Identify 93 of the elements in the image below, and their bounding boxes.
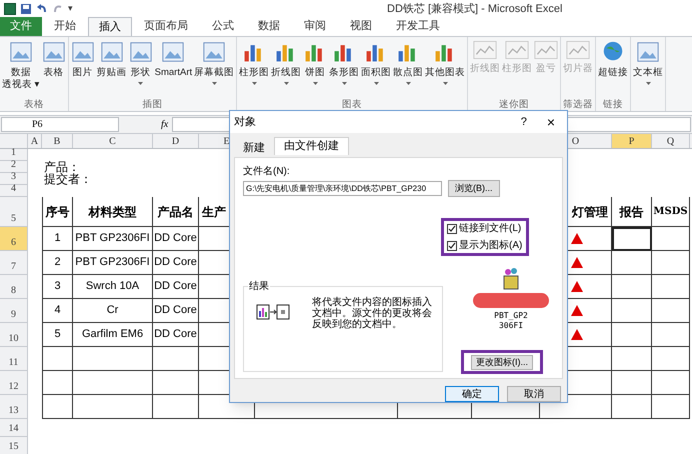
ribbon-tab[interactable]: 开发工具 (384, 17, 452, 36)
result-description: 将代表文件内容的图标插入文档中。源文件的更改将会反映到您的文档中。 (312, 297, 433, 330)
table-cell: PBT GP2306FI (73, 251, 153, 275)
row-header[interactable]: 15 (0, 437, 28, 454)
table-cell: 4 (42, 299, 73, 323)
column-header[interactable]: P (612, 134, 652, 148)
ribbon-tab[interactable]: 公式 (200, 17, 246, 36)
row-header[interactable]: 6 (0, 227, 28, 251)
cancel-button[interactable]: 取消 (507, 386, 561, 402)
ribbon-button[interactable]: 柱形图 (238, 40, 270, 98)
ribbon-button[interactable]: 表格 (40, 40, 67, 98)
table-cell: 3 (42, 275, 73, 299)
column-header[interactable]: B (42, 134, 73, 148)
ribbon-tab[interactable]: 视图 (338, 17, 384, 36)
row-header[interactable]: 3 (0, 173, 28, 185)
row-header[interactable]: 1 (0, 149, 28, 161)
table-cell: 2 (42, 251, 73, 275)
table-cell: DD Core (153, 299, 199, 323)
row-header[interactable]: 2 (0, 161, 28, 173)
column-heading: 序号 (42, 197, 73, 227)
ribbon-button[interactable]: SmartArt (154, 40, 194, 98)
group-label: 插图 (141, 98, 164, 111)
row-header[interactable]: 4 (0, 185, 28, 197)
ribbon-button[interactable]: 文本框 (632, 40, 664, 111)
customize-toolbar-button[interactable]: ▾ (68, 2, 73, 16)
column-heading: 报告 (612, 197, 652, 227)
row-header[interactable]: 7 (0, 251, 28, 275)
ribbon-tab[interactable]: 审阅 (292, 17, 338, 36)
table-cell: DD Core (153, 275, 199, 299)
ribbon-tab[interactable]: 页面布局 (132, 17, 200, 36)
table-cell: PBT GP2306FI (73, 227, 153, 251)
ribbon-button[interactable]: 面积图 (360, 40, 392, 98)
row-header[interactable]: 8 (0, 275, 28, 299)
ok-button[interactable]: 确定 (445, 386, 499, 402)
help-button[interactable]: ? (520, 114, 527, 130)
column-header[interactable]: A (28, 134, 42, 148)
column-heading: 产品名 (153, 197, 199, 227)
change-icon-button[interactable]: 更改图标(I)... (471, 354, 533, 370)
file-name-label: 文件名(N): (243, 164, 291, 179)
row-header[interactable]: 10 (0, 323, 28, 347)
column-header[interactable]: C (73, 134, 153, 148)
group-label: 筛选器 (562, 98, 594, 111)
dialog-tab[interactable]: 由文件创建 (274, 137, 349, 155)
table-cell: 1 (42, 227, 73, 251)
ribbon-button[interactable]: 数据 透视表 ▾ (1, 40, 41, 98)
table-cell: Cr (73, 299, 153, 323)
close-button[interactable]: × (546, 115, 555, 129)
column-header[interactable]: Q (652, 134, 690, 148)
ribbon-button[interactable]: 剪贴画 (96, 40, 128, 98)
checkbox-label[interactable]: 显示为图标(A) (459, 238, 522, 253)
browse-button[interactable]: 浏览(B)... (448, 180, 500, 197)
column-header[interactable]: D (153, 134, 199, 148)
ribbon-button[interactable]: 形状 (128, 40, 154, 98)
name-box[interactable]: P6 (1, 117, 119, 132)
group-label: 表格 (22, 98, 45, 111)
sheet-text: 产品： (43, 161, 80, 173)
row-header[interactable]: 9 (0, 299, 28, 323)
group-label: 链接 (602, 98, 624, 111)
sheet-text: 提交者： (43, 173, 92, 185)
group-label: 迷你图 (498, 98, 530, 111)
ribbon-tab[interactable]: 数据 (246, 17, 292, 36)
table-cell: Garfilm EM6 (73, 323, 153, 347)
group-label: 图表 (341, 98, 364, 111)
file-path-field[interactable]: G:\先安电机\质量管理\亲环境\DD铁芯\PBT_GP230 (243, 181, 442, 196)
table-cell: DD Core (153, 323, 199, 347)
ribbon-button[interactable]: 饼图 (302, 40, 328, 98)
dialog-title: 对象 (234, 114, 256, 130)
ribbon-button[interactable]: 散点图 (392, 40, 424, 98)
column-heading: MSDS (652, 197, 690, 227)
window-title: DD铁芯 [兼容模式] - Microsoft Excel (387, 2, 562, 17)
ribbon-button[interactable]: 折线图 (270, 40, 302, 98)
table-cell: DD Core (153, 227, 199, 251)
column-heading: 材料类型 (73, 197, 153, 227)
table-cell: 5 (42, 323, 73, 347)
row-header[interactable]: 13 (0, 395, 28, 419)
checkbox-label[interactable]: 链接到文件(L) (459, 221, 522, 236)
row-header[interactable]: 11 (0, 347, 28, 371)
ribbon-button[interactable]: 超链接 (597, 40, 630, 98)
row-header[interactable]: 14 (0, 419, 28, 437)
table-cell: DD Core (153, 251, 199, 275)
ribbon-tab[interactable]: 插入 (88, 17, 132, 36)
row-header[interactable]: 12 (0, 371, 28, 395)
ribbon-tab[interactable]: 开始 (42, 17, 88, 36)
ribbon-button[interactable]: 其他图表 (424, 40, 466, 98)
icon-caption: 306FI (498, 321, 524, 331)
function-label[interactable]: fx (161, 117, 168, 132)
ribbon-button[interactable]: 条形图 (328, 40, 360, 98)
icon-caption: PBT_GP2 (494, 311, 528, 321)
file-tab[interactable]: 文件 (0, 17, 42, 36)
table-cell: Swrch 10A (73, 275, 153, 299)
ribbon-button[interactable]: 屏幕截图 (193, 40, 236, 98)
row-header[interactable]: 5 (0, 197, 28, 227)
ribbon-button[interactable]: 图片 (70, 40, 96, 98)
